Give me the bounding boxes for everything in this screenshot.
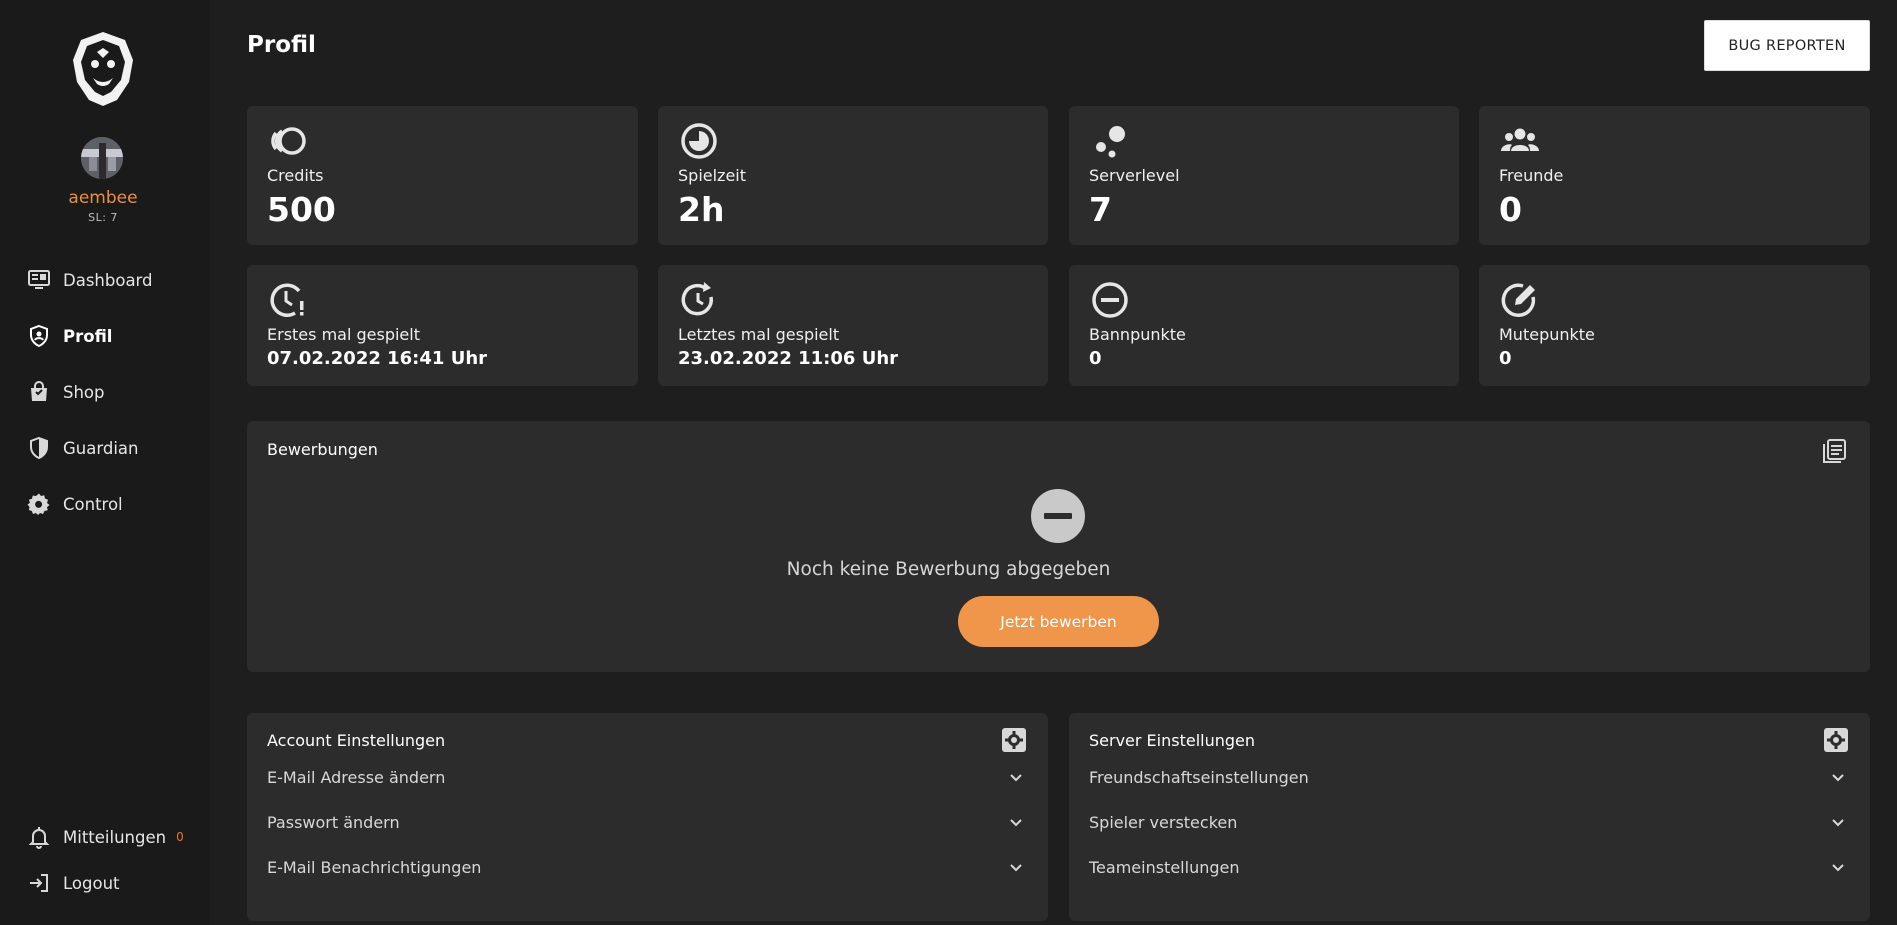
nav-item-shop[interactable]: Shop: [27, 377, 105, 407]
nav-label-profil: Profil: [63, 326, 113, 346]
edit-circle-icon: [1499, 279, 1541, 321]
nav-item-mitteilungen[interactable]: Mitteilungen 0: [27, 822, 184, 852]
shopping-bag-icon: [27, 380, 51, 404]
chevron-down-icon: [1008, 859, 1024, 875]
bubbles-icon: [1089, 120, 1131, 162]
sidebar: aembee SL: 7 Dashboard Profil Shop Guard…: [0, 0, 210, 925]
nav-label-mitteilungen: Mitteilungen: [63, 827, 167, 847]
clock-refresh-icon: [678, 279, 720, 321]
server-settings-panel: Server Einstellungen Freundschaftseinste…: [1069, 713, 1870, 921]
empty-applications-text: Noch keine Bewerbung abgegeben: [786, 559, 1111, 580]
stat-label: Letztes mal gespielt: [678, 325, 840, 344]
server-level-label: SL: 7: [88, 211, 118, 224]
nav-label-guardian: Guardian: [63, 438, 139, 458]
stat-card-last-played: Letztes mal gespielt 23.02.2022 11:06 Uh…: [658, 265, 1048, 386]
stat-label: Erstes mal gespielt: [267, 325, 420, 344]
stat-card-serverlevel: Serverlevel 7: [1069, 106, 1459, 245]
setting-label: Teameinstellungen: [1089, 857, 1240, 877]
setting-change-password[interactable]: Passwort ändern: [267, 808, 1024, 836]
no-entry-icon: [1031, 489, 1085, 543]
stat-card-spielzeit: Spielzeit 2h: [658, 106, 1048, 245]
username: aembee: [68, 188, 138, 208]
list-icon[interactable]: [1821, 438, 1847, 464]
notification-count-badge: 0: [176, 830, 184, 844]
setting-email-notifications[interactable]: E-Mail Benachrichtigungen: [267, 853, 1024, 881]
profile-shield-icon: [27, 324, 51, 348]
setting-label: Passwort ändern: [267, 812, 400, 832]
bug-report-button[interactable]: BUG REPORTEN: [1704, 20, 1870, 71]
chevron-down-icon: [1008, 769, 1024, 785]
nav-item-logout[interactable]: Logout: [27, 868, 120, 898]
setting-team[interactable]: Teameinstellungen: [1089, 853, 1846, 881]
applications-title: Bewerbungen: [267, 440, 378, 459]
group-icon: [1499, 120, 1541, 162]
nav-item-control[interactable]: Control: [27, 489, 123, 519]
stat-value: 07.02.2022 16:41 Uhr: [267, 348, 488, 369]
logout-icon: [27, 871, 51, 895]
minus-circle-icon: [1089, 279, 1131, 321]
setting-label: Spieler verstecken: [1089, 812, 1238, 832]
account-settings-title: Account Einstellungen: [267, 731, 446, 750]
chevron-down-icon: [1008, 814, 1024, 830]
stat-value: 7: [1089, 190, 1112, 229]
stat-label: Mutepunkte: [1499, 325, 1595, 344]
stat-card-mutepunkte: Mutepunkte 0: [1479, 265, 1870, 386]
setting-label: E-Mail Benachrichtigungen: [267, 857, 482, 877]
chevron-down-icon: [1830, 859, 1846, 875]
nav-item-guardian[interactable]: Guardian: [27, 433, 138, 463]
nav-item-profil[interactable]: Profil: [27, 321, 112, 351]
bell-icon: [27, 825, 51, 849]
stat-value: 0: [1499, 348, 1512, 369]
stat-label: Freunde: [1499, 166, 1564, 185]
stat-value: 0: [1089, 348, 1102, 369]
account-settings-panel: Account Einstellungen E-Mail Adresse änd…: [247, 713, 1048, 921]
gear-icon: [27, 492, 51, 516]
stat-card-first-played: Erstes mal gespielt 07.02.2022 16:41 Uhr: [247, 265, 638, 386]
setting-change-email[interactable]: E-Mail Adresse ändern: [267, 763, 1024, 791]
nav-label-shop: Shop: [63, 382, 105, 402]
setting-friendship[interactable]: Freundschaftseinstellungen: [1089, 763, 1846, 791]
nav-label-control: Control: [63, 494, 123, 514]
shield-icon: [27, 436, 51, 460]
clock-alert-icon: [267, 279, 309, 321]
nav-item-dashboard[interactable]: Dashboard: [27, 265, 153, 295]
stat-value: 23.02.2022 11:06 Uhr: [678, 348, 899, 369]
gear-icon[interactable]: [1001, 727, 1027, 753]
avatar[interactable]: [81, 137, 123, 179]
pie-clock-icon: [678, 120, 720, 162]
setting-label: E-Mail Adresse ändern: [267, 767, 446, 787]
setting-hide-players[interactable]: Spieler verstecken: [1089, 808, 1846, 836]
stat-card-bannpunkte: Bannpunkte 0: [1069, 265, 1459, 386]
setting-label: Freundschaftseinstellungen: [1089, 767, 1309, 787]
stat-card-freunde: Freunde 0: [1479, 106, 1870, 245]
stat-label: Bannpunkte: [1089, 325, 1186, 344]
nav-label-logout: Logout: [63, 873, 120, 893]
stat-value: 2h: [678, 190, 725, 229]
stat-value: 500: [267, 190, 336, 229]
stat-label: Serverlevel: [1089, 166, 1180, 185]
stat-label: Spielzeit: [678, 166, 747, 185]
gear-icon[interactable]: [1823, 727, 1849, 753]
logo-icon[interactable]: [67, 30, 139, 108]
dashboard-icon: [27, 268, 51, 292]
apply-now-button[interactable]: Jetzt bewerben: [958, 596, 1159, 647]
stat-value: 0: [1499, 190, 1522, 229]
chevron-down-icon: [1830, 769, 1846, 785]
page-title: Profil: [247, 32, 316, 58]
server-settings-title: Server Einstellungen: [1089, 731, 1256, 750]
chevron-down-icon: [1830, 814, 1846, 830]
stat-card-credits: Credits 500: [247, 106, 638, 245]
credits-icon: [267, 120, 309, 162]
stat-label: Credits: [267, 166, 324, 185]
nav-label-dashboard: Dashboard: [63, 270, 153, 290]
